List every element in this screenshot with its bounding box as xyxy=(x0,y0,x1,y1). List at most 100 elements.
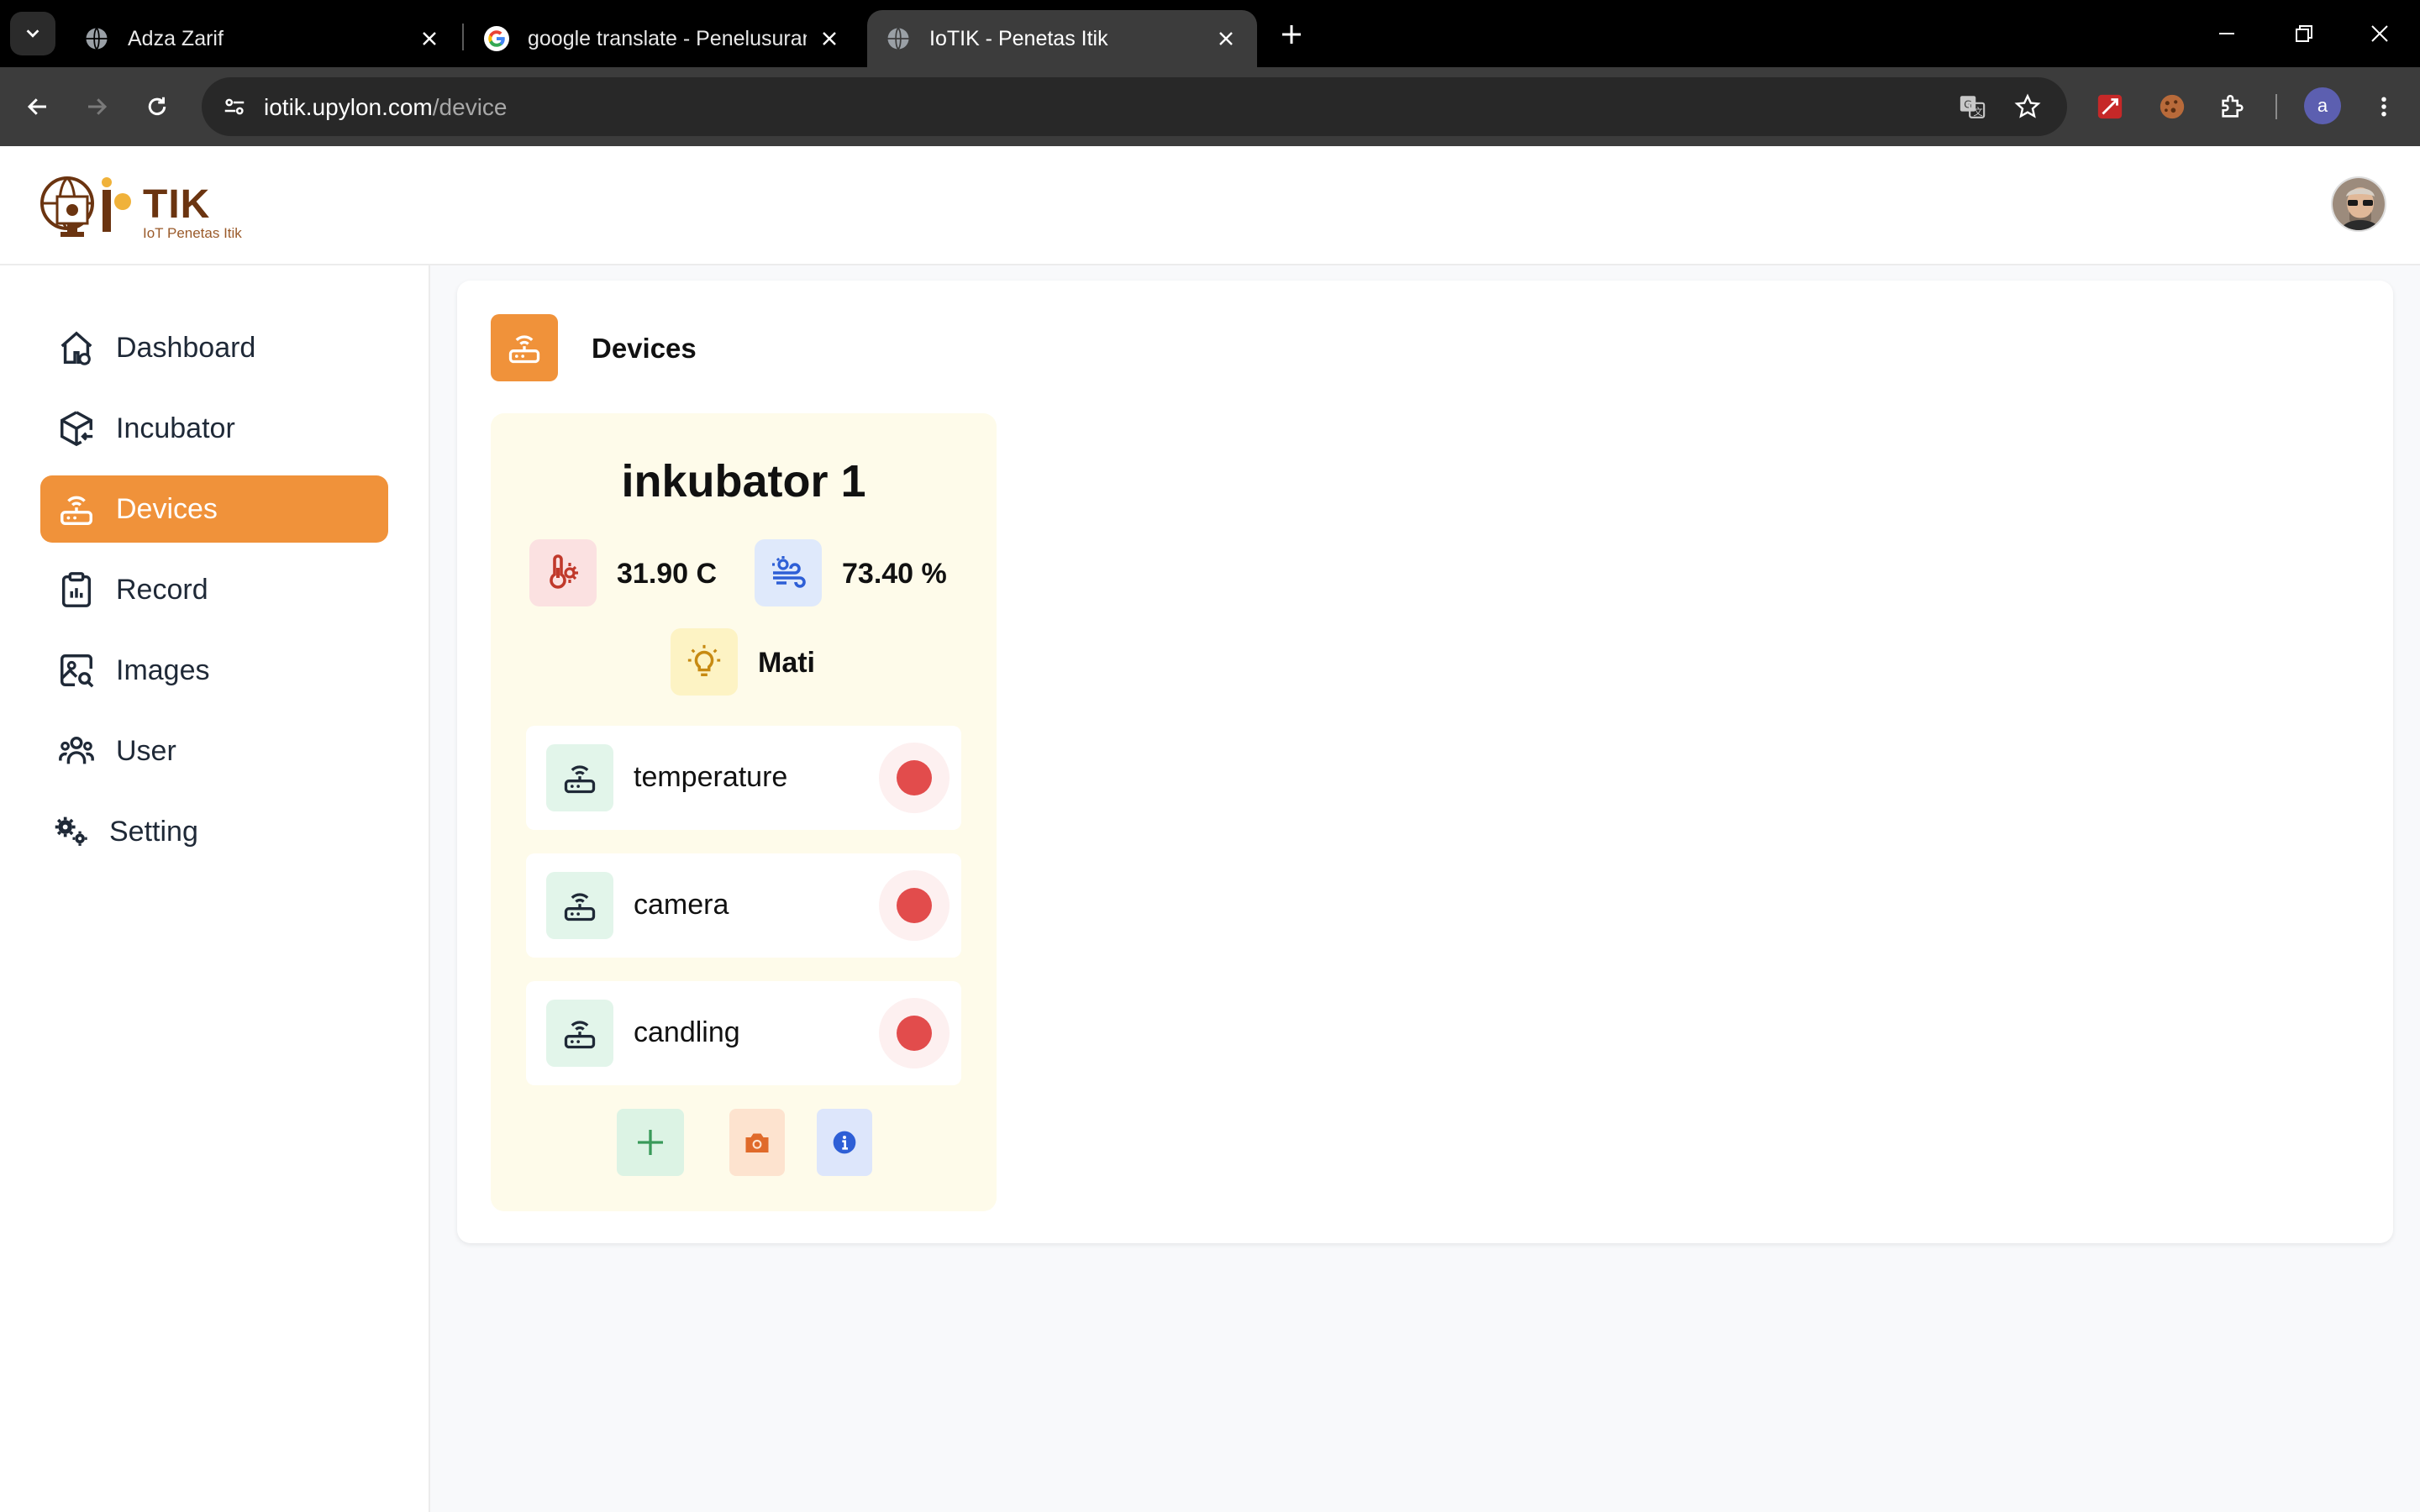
sensor-row-camera[interactable]: camera xyxy=(526,853,961,958)
close-icon xyxy=(2371,25,2388,42)
thermometer-icon xyxy=(529,539,597,606)
tab-title: Adza Zarif xyxy=(128,26,224,50)
browser-toolbar: iotik.upylon.com/device G文 a xyxy=(0,67,2420,146)
tab-separator xyxy=(462,24,464,50)
router-icon xyxy=(546,1000,613,1067)
extensions-puzzle-icon[interactable] xyxy=(2212,86,2254,128)
logo-globe-icon xyxy=(40,176,131,237)
restore-button[interactable] xyxy=(2279,12,2329,55)
globe-icon xyxy=(886,26,911,51)
svg-text:G: G xyxy=(1964,98,1972,111)
browser-tabstrip: Adza Zarif google translate - Penelusura… xyxy=(0,0,2420,67)
lightbulb-icon xyxy=(671,628,738,696)
router-icon xyxy=(55,488,97,530)
new-tab-button[interactable] xyxy=(1272,15,1311,54)
plus-icon xyxy=(1282,25,1301,44)
sensor-row-temperature[interactable]: temperature xyxy=(526,726,961,830)
logo-subtitle: IoT Penetas Itik xyxy=(143,225,242,241)
tab-title: google translate - Penelusuran G xyxy=(528,26,807,50)
box-icon xyxy=(55,407,97,449)
clipboard-icon xyxy=(55,569,97,611)
router-icon xyxy=(546,744,613,811)
globe-icon xyxy=(84,26,109,51)
sensor-label: temperature xyxy=(634,761,788,793)
offline-dot xyxy=(897,1016,932,1051)
bookmark-star-icon[interactable] xyxy=(2008,87,2047,126)
gears-icon xyxy=(50,811,92,853)
users-icon xyxy=(55,730,97,772)
router-icon xyxy=(546,872,613,939)
sidebar-item-dashboard[interactable]: Dashboard xyxy=(40,314,388,381)
offline-dot xyxy=(897,760,932,795)
sidebar-item-label: Incubator xyxy=(116,412,235,444)
add-sensor-button[interactable] xyxy=(617,1109,684,1176)
tab-title: IoTIK - Penetas Itik xyxy=(929,26,1108,50)
minimize-button[interactable] xyxy=(2202,12,2252,55)
user-avatar[interactable] xyxy=(2331,176,2386,232)
url-host: iotik.upylon.com xyxy=(264,94,433,120)
camera-icon xyxy=(745,1133,769,1152)
iotik-logo[interactable]: TIK IoT Penetas Itik xyxy=(39,173,242,241)
devices-panel: Devices inkubator 1 31.90 C 73.40 % Mati… xyxy=(457,281,2393,1243)
info-icon xyxy=(833,1131,856,1154)
sidebar-item-label: Record xyxy=(116,573,208,606)
plus-icon xyxy=(638,1130,663,1155)
chevron-down-icon xyxy=(26,29,39,38)
close-icon[interactable] xyxy=(817,26,842,51)
site-info-icon[interactable] xyxy=(215,87,254,126)
info-button[interactable] xyxy=(817,1109,872,1176)
translate-icon[interactable]: G文 xyxy=(1953,87,1991,126)
home-icon xyxy=(55,327,97,369)
address-bar[interactable]: iotik.upylon.com/device G文 xyxy=(202,77,2067,136)
profile-avatar-button[interactable]: a xyxy=(2304,87,2341,124)
reload-button[interactable] xyxy=(136,86,178,128)
sidebar-item-setting[interactable]: Setting xyxy=(40,798,388,865)
browser-tab-1[interactable]: Adza Zarif xyxy=(66,10,460,67)
back-button[interactable] xyxy=(17,86,59,128)
arrow-left-icon xyxy=(27,98,46,115)
router-icon xyxy=(491,314,558,381)
kebab-menu-icon[interactable] xyxy=(2363,86,2405,128)
toolbar-divider xyxy=(2275,94,2277,119)
sidebar-item-devices[interactable]: Devices xyxy=(40,475,388,543)
restore-icon xyxy=(2296,25,2312,42)
humidity-value: 73.40 % xyxy=(842,558,947,590)
url-text: iotik.upylon.com/device xyxy=(264,94,507,121)
logo-text: TIK xyxy=(143,182,211,227)
sidebar-item-incubator[interactable]: Incubator xyxy=(40,395,388,462)
sidebar-item-label: Devices xyxy=(116,492,218,525)
tab-search-button[interactable] xyxy=(10,12,55,55)
minimize-icon xyxy=(2219,33,2234,34)
sidebar-item-label: Dashboard xyxy=(116,331,256,364)
image-search-icon xyxy=(55,649,97,691)
sensor-label: camera xyxy=(634,889,729,921)
forward-button[interactable] xyxy=(76,86,118,128)
url-path: /device xyxy=(432,94,508,120)
browser-tab-3-active[interactable]: IoTIK - Penetas Itik xyxy=(867,10,1257,67)
sidebar-item-user[interactable]: User xyxy=(40,717,388,785)
google-icon xyxy=(484,26,509,51)
status-indicator xyxy=(879,743,950,813)
browser-tab-2[interactable]: google translate - Penelusuran G xyxy=(466,10,860,67)
status-indicator xyxy=(879,998,950,1068)
close-icon[interactable] xyxy=(1213,26,1239,51)
close-window-button[interactable] xyxy=(2354,12,2405,55)
cookie-extension-icon[interactable] xyxy=(2151,86,2193,128)
close-icon[interactable] xyxy=(417,26,442,51)
sensor-row-candling[interactable]: candling xyxy=(526,981,961,1085)
camera-button[interactable] xyxy=(729,1109,785,1176)
app-header: TIK IoT Penetas Itik xyxy=(0,146,2420,265)
sidebar-item-record[interactable]: Record xyxy=(40,556,388,623)
sidebar-item-label: User xyxy=(116,734,176,767)
sidebar-item-images[interactable]: Images xyxy=(40,637,388,704)
sensor-label: candling xyxy=(634,1016,740,1048)
sidebar-item-label: Images xyxy=(116,654,210,686)
device-card: inkubator 1 31.90 C 73.40 % Mati tempera… xyxy=(491,413,997,1211)
extension-red-icon[interactable] xyxy=(2089,86,2131,128)
lamp-status: Mati xyxy=(758,647,815,679)
svg-text:文: 文 xyxy=(1973,106,1982,118)
sidebar: Dashboard Incubator Devices Record Image… xyxy=(0,265,430,1512)
status-indicator xyxy=(879,870,950,941)
reload-icon xyxy=(148,97,166,116)
device-name: inkubator 1 xyxy=(621,456,866,507)
